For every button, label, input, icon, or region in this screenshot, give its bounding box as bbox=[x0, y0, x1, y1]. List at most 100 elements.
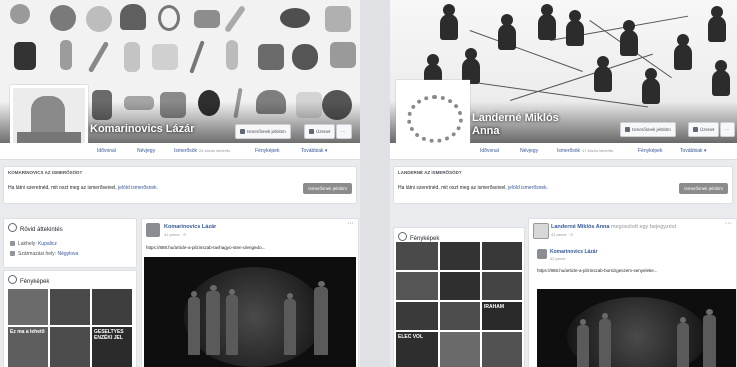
photo-thumbnail[interactable] bbox=[440, 302, 480, 330]
network-figure-icon bbox=[708, 6, 726, 42]
video-person bbox=[188, 291, 200, 355]
shoes-icon bbox=[194, 10, 220, 28]
profile-name[interactable]: Landerné Miklós Anna bbox=[472, 112, 562, 138]
message-label: Üzenet bbox=[316, 129, 331, 134]
photo-thumbnail[interactable] bbox=[396, 302, 438, 330]
post-video[interactable] bbox=[537, 289, 736, 367]
racket-icon bbox=[223, 4, 247, 34]
photo-thumbnail[interactable] bbox=[396, 272, 438, 300]
post-timestamp[interactable]: 41 perce · ⊙ bbox=[164, 232, 186, 237]
tab-friends[interactable]: Ismerősök 24 közös ismerős bbox=[174, 143, 230, 159]
network-figure-icon bbox=[594, 56, 612, 92]
photo-thumbnail[interactable] bbox=[482, 332, 522, 367]
network-figure-icon bbox=[440, 4, 458, 40]
figure-icon bbox=[60, 40, 72, 70]
intro-hometown: Származási hely: Négylova bbox=[10, 251, 78, 257]
photo-thumbnail[interactable] bbox=[440, 272, 480, 300]
message-button[interactable]: Üzenet bbox=[304, 124, 336, 139]
message-button[interactable]: Üzenet bbox=[688, 122, 720, 137]
tab-friends[interactable]: Ismerősök 17 közös ismerős bbox=[557, 143, 613, 159]
profile-picture[interactable] bbox=[10, 85, 88, 143]
add-friend-cta-button[interactable]: Ismerősnek jelölöm bbox=[679, 183, 728, 194]
add-friend-link[interactable]: jelöld ismerősnek. bbox=[508, 185, 548, 191]
profile-panel-left: Komarinovics Lázár Ismerősnek jelölöm Üz… bbox=[0, 0, 360, 367]
photos-title[interactable]: Fényképek bbox=[8, 275, 49, 285]
photos-icon bbox=[8, 275, 17, 284]
photos-icon bbox=[398, 232, 407, 241]
sport-item-icon bbox=[10, 4, 30, 24]
photo-thumbnail[interactable] bbox=[440, 242, 480, 270]
photos-card: Fényképek Ez ma a lehető GESELTYES ENZÉK… bbox=[3, 270, 137, 367]
profile-picture[interactable] bbox=[396, 80, 470, 143]
post-author[interactable]: Landerné Miklós Anna megosztott egy beje… bbox=[551, 224, 676, 230]
cover-photo[interactable]: Landerné Miklós Anna Ismerősnek jelölöm … bbox=[390, 0, 737, 143]
post-options-icon[interactable]: ··· bbox=[347, 220, 354, 227]
tab-photos[interactable]: Fényképek bbox=[255, 143, 279, 159]
photos-card: Fényképek IRAHAM ELEC VOL bbox=[393, 227, 525, 367]
avatar[interactable] bbox=[533, 223, 549, 239]
profile-name[interactable]: Komarinovics Lázár bbox=[90, 123, 195, 135]
sport-item-icon bbox=[325, 6, 351, 32]
card-title: KOMARINOVICS AZ ISMERŐSÖD? bbox=[8, 170, 83, 175]
post-timestamp[interactable]: 41 perce · ⊙ bbox=[551, 232, 573, 237]
jersey-icon bbox=[152, 44, 178, 70]
rings-icon bbox=[158, 5, 180, 31]
network-figure-icon bbox=[674, 34, 692, 70]
video-person bbox=[599, 313, 611, 367]
helmet-icon bbox=[120, 4, 146, 30]
know-this-person-card: LANDERNÉ AZ ISMERŐSÖD? Ha látni szeretné… bbox=[393, 166, 733, 204]
tab-more[interactable]: Továbbiak ▾ bbox=[301, 143, 327, 159]
avatar[interactable] bbox=[146, 223, 160, 237]
more-options-button[interactable]: ··· bbox=[336, 124, 352, 139]
post-video[interactable] bbox=[144, 257, 356, 367]
add-friend-button[interactable]: Ismerősnek jelölöm bbox=[235, 124, 291, 139]
video-person bbox=[677, 317, 689, 367]
shared-post-author[interactable]: Komarinovics Lázár bbox=[550, 249, 598, 255]
photo-thumbnail[interactable]: GESELTYES ENZÉKI JEL bbox=[92, 327, 132, 367]
add-friend-label: Ismerősnek jelölöm bbox=[247, 129, 286, 134]
photo-thumbnail[interactable] bbox=[50, 327, 90, 367]
photo-thumbnail[interactable]: ELEC VOL bbox=[396, 332, 438, 367]
bowling-pin-icon bbox=[226, 40, 238, 70]
video-person bbox=[284, 293, 296, 355]
add-friend-button[interactable]: Ismerősnek jelölöm bbox=[620, 122, 676, 137]
tab-more[interactable]: Továbbiak ▾ bbox=[680, 143, 706, 159]
photo-thumbnail[interactable] bbox=[50, 289, 90, 325]
tab-timeline[interactable]: Idővonal bbox=[97, 143, 116, 159]
post-link-text[interactable]: https://888.hu/article-a-pilzinszab-bors… bbox=[537, 268, 658, 273]
post-author[interactable]: Komarinovics Lázár bbox=[164, 224, 216, 230]
photo-thumbnail[interactable]: Ez ma a lehető bbox=[8, 327, 48, 367]
photo-thumbnail[interactable] bbox=[92, 289, 132, 325]
tab-about[interactable]: Névjegy bbox=[137, 143, 155, 159]
cover-photo[interactable]: Komarinovics Lázár Ismerősnek jelölöm Üz… bbox=[0, 0, 360, 143]
post-link-text[interactable]: https://888.hu/article-a-pilzinszab-tavh… bbox=[146, 245, 265, 250]
shared-post-avatar[interactable] bbox=[537, 249, 547, 259]
post-options-icon[interactable]: ··· bbox=[725, 220, 732, 227]
network-figure-icon bbox=[620, 20, 638, 56]
video-person bbox=[577, 319, 589, 367]
messenger-icon bbox=[309, 129, 314, 134]
tab-photos[interactable]: Fényképek bbox=[638, 143, 662, 159]
bottle-icon bbox=[124, 42, 140, 72]
card-title: LANDERNÉ AZ ISMERŐSÖD? bbox=[398, 170, 462, 175]
photo-thumbnail[interactable]: IRAHAM bbox=[482, 302, 522, 330]
bat-icon bbox=[87, 41, 110, 73]
add-friend-cta-button[interactable]: Ismerősnek jelölöm bbox=[303, 183, 352, 194]
more-options-button[interactable]: ··· bbox=[720, 122, 735, 137]
tab-about[interactable]: Névjegy bbox=[520, 143, 538, 159]
network-figure-icon bbox=[498, 14, 516, 50]
post-card: Landerné Miklós Anna megosztott egy beje… bbox=[528, 218, 737, 367]
photo-thumbnail[interactable] bbox=[482, 242, 522, 270]
message-label: Üzenet bbox=[700, 127, 715, 132]
video-person bbox=[226, 289, 238, 355]
photos-title[interactable]: Fényképek bbox=[398, 232, 439, 242]
photo-thumbnail[interactable] bbox=[440, 332, 480, 367]
photo-thumbnail[interactable] bbox=[396, 242, 438, 270]
photo-thumbnail[interactable] bbox=[8, 289, 48, 325]
photo-thumbnail[interactable] bbox=[482, 272, 522, 300]
profile-panel-right: Landerné Miklós Anna Ismerősnek jelölöm … bbox=[390, 0, 737, 367]
tab-timeline[interactable]: Idővonal bbox=[480, 143, 499, 159]
profile-nav: Idővonal Névjegy Ismerősök 24 közös ismer… bbox=[0, 143, 360, 160]
add-friend-link[interactable]: jelöld ismerősnek. bbox=[118, 185, 158, 191]
home-icon bbox=[10, 241, 15, 246]
